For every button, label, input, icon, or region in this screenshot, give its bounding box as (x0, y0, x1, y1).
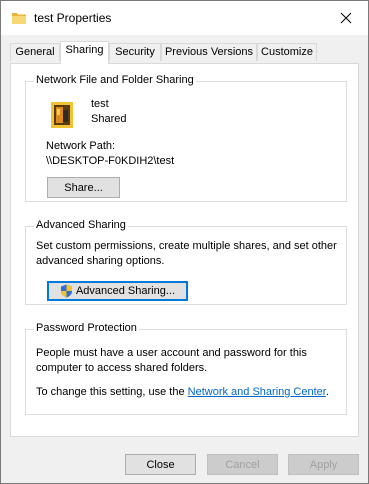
advanced-description-line2: advanced sharing options. (36, 255, 165, 267)
tab-label: General (15, 46, 55, 58)
folder-icon (12, 13, 26, 24)
close-button[interactable]: Close (125, 454, 196, 475)
password-protection-group: Password Protection People must have a u… (25, 322, 347, 415)
share-button-label: Share... (64, 181, 103, 194)
tab-previous-versions[interactable]: Previous Versions (161, 43, 257, 61)
properties-dialog: test Properties General Sharing Security… (0, 0, 369, 484)
folder-status: Shared (91, 113, 127, 125)
group-title: Advanced Sharing (34, 219, 128, 231)
apply-button[interactable]: Apply (288, 454, 359, 475)
group-title: Network File and Folder Sharing (34, 74, 196, 86)
password-description-line1: People must have a user account and pass… (36, 347, 307, 359)
title-bar[interactable]: test Properties (1, 1, 368, 35)
advanced-sharing-label: Advanced Sharing... (75, 285, 176, 297)
network-path-value: \\DESKTOP-F0KDIH2\test (46, 155, 175, 167)
tab-customize[interactable]: Customize (257, 43, 317, 61)
network-path-label: Network Path: (46, 140, 116, 152)
window-title: test Properties (34, 11, 112, 25)
shared-folder-icon (51, 102, 73, 128)
sharing-panel: Network File and Folder Sharing test Sha… (10, 63, 359, 437)
close-icon (340, 12, 352, 24)
network-sharing-center-link[interactable]: Network and Sharing Center (188, 386, 326, 398)
tab-security[interactable]: Security (109, 43, 161, 61)
change-setting-suffix: . (325, 386, 329, 398)
uac-shield-icon (60, 284, 72, 298)
advanced-sharing-group: Advanced Sharing Set custom permissions,… (25, 219, 347, 305)
share-button[interactable]: Share... (47, 177, 120, 198)
apply-button-label: Apply (309, 458, 338, 471)
close-button-label: Close (146, 458, 175, 471)
tab-label: Security (115, 46, 155, 58)
tab-strip: General Sharing Security Previous Versio… (10, 41, 360, 64)
network-sharing-group: Network File and Folder Sharing test Sha… (25, 74, 347, 202)
tab-label: Customize (261, 46, 313, 58)
folder-name: test (91, 98, 109, 110)
tab-general[interactable]: General (10, 43, 60, 61)
change-setting-prefix: To change this setting, use the (36, 386, 188, 398)
cancel-button-label: Cancel (225, 458, 260, 471)
cancel-button[interactable]: Cancel (207, 454, 278, 475)
advanced-description-line1: Set custom permissions, create multiple … (36, 240, 337, 252)
advanced-sharing-button[interactable]: Advanced Sharing... (47, 281, 188, 301)
tab-sharing[interactable]: Sharing (60, 41, 109, 64)
group-title: Password Protection (34, 322, 139, 334)
change-setting-text: To change this setting, use the Network … (36, 386, 329, 398)
close-window-button[interactable] (324, 1, 368, 35)
tab-label: Sharing (65, 44, 104, 56)
tab-label: Previous Versions (164, 46, 254, 58)
password-description-line2: computer to access shared folders. (36, 362, 208, 374)
